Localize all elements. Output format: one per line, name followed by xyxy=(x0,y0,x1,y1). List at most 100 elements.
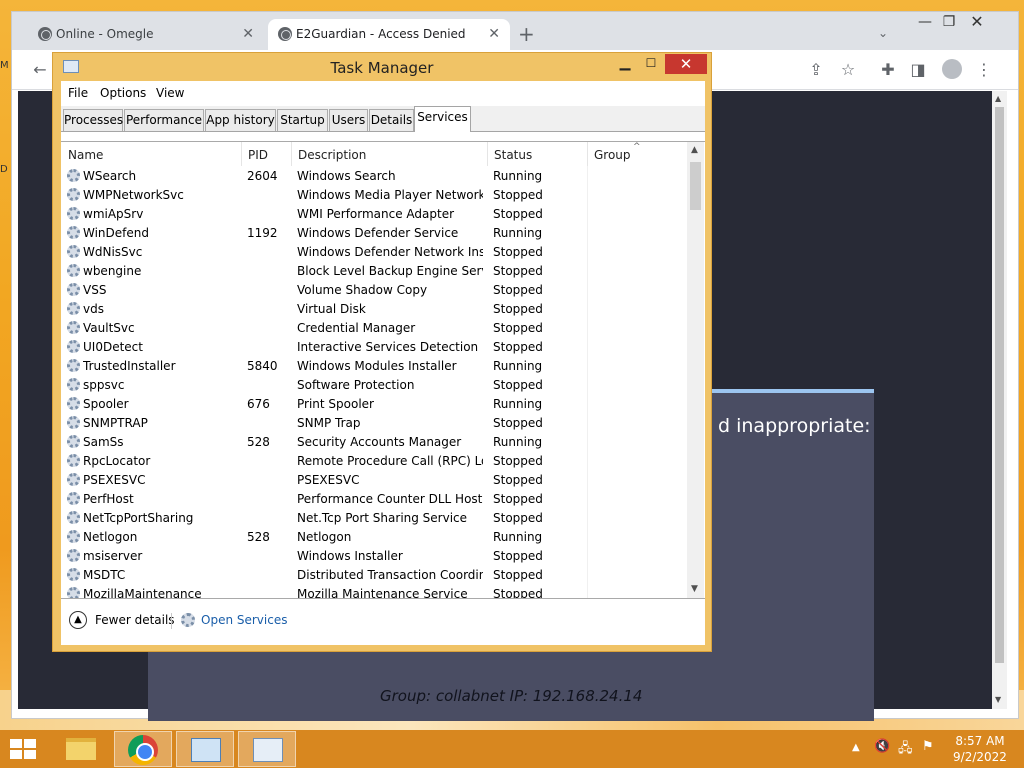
chevron-up-circle-icon[interactable]: ▲ xyxy=(69,611,87,629)
scrollbar-thumb[interactable] xyxy=(995,107,1004,663)
table-row[interactable]: TrustedInstaller 5840 Windows Modules Inst… xyxy=(61,356,687,375)
new-tab-button[interactable]: + xyxy=(518,24,535,44)
tab-search-chevron-icon[interactable]: ⌄ xyxy=(878,26,888,40)
share-icon[interactable]: ⇪ xyxy=(806,60,826,79)
table-row[interactable]: WdNisSvc Windows Defender Network Insp...… xyxy=(61,242,687,261)
maximize-button[interactable]: ❐ xyxy=(934,14,964,30)
table-row[interactable]: WMPNetworkSvc Windows Media Player Networ… xyxy=(61,185,687,204)
tab-bar: Processes Performance App history Startu… xyxy=(61,106,705,132)
tab-services[interactable]: Services xyxy=(414,106,471,132)
column-header-name[interactable]: Name xyxy=(68,148,103,162)
table-row[interactable]: SNMPTRAP SNMP Trap Stopped xyxy=(61,413,687,432)
service-description: Windows Defender Service xyxy=(297,226,459,240)
table-row[interactable]: WinDefend 1192 Windows Defender Service Run… xyxy=(61,223,687,242)
table-row[interactable]: Netlogon 528 Netlogon Running xyxy=(61,527,687,546)
service-description: PSEXESVC xyxy=(297,473,360,487)
volume-muted-icon[interactable]: 🔇 xyxy=(874,739,890,754)
column-divider[interactable] xyxy=(291,142,292,166)
tab-app-history[interactable]: App history xyxy=(205,109,276,131)
scroll-up-icon[interactable]: ▲ xyxy=(995,94,1001,103)
browser-tab-omegle[interactable]: Online - Omegle ✕ xyxy=(28,19,264,50)
close-window-button[interactable]: ✕ xyxy=(962,12,992,31)
profile-avatar-icon[interactable] xyxy=(942,59,962,79)
service-gear-icon xyxy=(67,245,80,258)
column-divider[interactable] xyxy=(241,142,242,166)
table-row[interactable]: Spooler 676 Print Spooler Running xyxy=(61,394,687,413)
table-row[interactable]: wbengine Block Level Backup Engine Servic… xyxy=(61,261,687,280)
scroll-down-icon[interactable]: ▼ xyxy=(995,695,1001,704)
tray-expand-chevron-icon[interactable]: ▲ xyxy=(852,742,860,753)
table-row[interactable]: VSS Volume Shadow Copy Stopped xyxy=(61,280,687,299)
close-icon[interactable]: ✕ xyxy=(488,19,500,50)
taskbar-control-panel[interactable] xyxy=(176,731,234,767)
task-manager-window: Task Manager ▁ ☐ ✕ File Options View Pro… xyxy=(52,52,712,652)
menu-options[interactable]: Options xyxy=(100,86,146,100)
scroll-up-icon[interactable]: ▲ xyxy=(691,145,698,155)
taskbar-task-manager[interactable] xyxy=(238,731,296,767)
clock-time: 8:57 AM xyxy=(955,734,1005,748)
service-name: RpcLocator xyxy=(83,454,151,468)
tab-performance[interactable]: Performance xyxy=(124,109,204,131)
close-button[interactable]: ✕ xyxy=(665,54,707,74)
fewer-details-button[interactable]: Fewer details xyxy=(95,613,175,627)
tab-users[interactable]: Users xyxy=(329,109,368,131)
close-icon[interactable]: ✕ xyxy=(242,19,254,50)
tab-details[interactable]: Details xyxy=(369,109,414,131)
column-header-description[interactable]: Description xyxy=(298,148,366,162)
service-status: Running xyxy=(493,397,543,411)
tab-processes[interactable]: Processes xyxy=(63,109,123,131)
table-row[interactable]: sppsvc Software Protection Stopped xyxy=(61,375,687,394)
back-arrow-icon[interactable]: ← xyxy=(30,60,50,79)
page-scrollbar[interactable]: ▲ ▼ xyxy=(992,91,1007,709)
service-rows: WSearch 2604 Windows Search Running WMPNetwo… xyxy=(61,166,687,599)
maximize-button[interactable]: ☐ xyxy=(639,56,663,74)
table-row[interactable]: UI0Detect Interactive Services Detection S… xyxy=(61,337,687,356)
scroll-down-icon[interactable]: ▼ xyxy=(691,584,698,594)
table-row[interactable]: SamSs 528 Security Accounts Manager Running xyxy=(61,432,687,451)
table-row[interactable]: NetTcpPortSharing Net.Tcp Port Sharing Se… xyxy=(61,508,687,527)
services-scrollbar[interactable]: ▲ ▼ xyxy=(687,142,704,598)
table-row[interactable]: RpcLocator Remote Procedure Call (RPC) Lo… xyxy=(61,451,687,470)
scrollbar-thumb[interactable] xyxy=(690,162,701,210)
minimize-button[interactable]: ▁ xyxy=(613,56,637,74)
column-divider[interactable] xyxy=(587,142,588,166)
table-row[interactable]: MozillaMaintenance Mozilla Maintenance Se… xyxy=(61,584,687,599)
table-row[interactable]: PSEXESVC PSEXESVC Stopped xyxy=(61,470,687,489)
windows-logo-icon xyxy=(24,750,36,759)
system-clock[interactable]: 8:57 AM 9/2/2022 xyxy=(950,733,1010,765)
column-header-group[interactable]: Group xyxy=(594,148,631,162)
menu-file[interactable]: File xyxy=(68,86,88,100)
table-row[interactable]: msiserver Windows Installer Stopped xyxy=(61,546,687,565)
start-button[interactable] xyxy=(10,739,38,761)
column-header-status[interactable]: Status xyxy=(494,148,532,162)
service-name: MozillaMaintenance xyxy=(83,587,202,599)
table-row[interactable]: vds Virtual Disk Stopped xyxy=(61,299,687,318)
table-row[interactable]: MSDTC Distributed Transaction Coordin... S… xyxy=(61,565,687,584)
bookmark-star-icon[interactable]: ☆ xyxy=(838,60,858,79)
open-services-link[interactable]: Open Services xyxy=(201,613,287,627)
table-row[interactable]: WSearch 2604 Windows Search Running xyxy=(61,166,687,185)
service-status: Stopped xyxy=(493,473,543,487)
task-manager-titlebar[interactable]: Task Manager ▁ ☐ ✕ xyxy=(53,53,711,81)
extensions-puzzle-icon[interactable]: ✚ xyxy=(878,60,898,79)
taskbar-file-explorer[interactable] xyxy=(52,731,110,767)
network-icon[interactable]: 🖧 xyxy=(898,739,913,761)
task-manager-footer: ▲ Fewer details Open Services xyxy=(61,601,705,645)
service-name: UI0Detect xyxy=(83,340,143,354)
column-divider[interactable] xyxy=(487,142,488,166)
service-status: Stopped xyxy=(493,264,543,278)
service-status: Running xyxy=(493,359,543,373)
menu-kebab-icon[interactable]: ⋮ xyxy=(974,60,994,79)
tab-startup[interactable]: Startup xyxy=(277,109,328,131)
table-row[interactable]: wmiApSrv WMI Performance Adapter Stopped xyxy=(61,204,687,223)
table-row[interactable]: VaultSvc Credential Manager Stopped xyxy=(61,318,687,337)
action-center-flag-icon[interactable]: ⚑ xyxy=(922,739,934,754)
browser-tab-e2guardian[interactable]: E2Guardian - Access Denied ✕ xyxy=(268,19,510,50)
side-panel-icon[interactable]: ◨ xyxy=(908,60,928,79)
menu-view[interactable]: View xyxy=(156,86,184,100)
service-gear-icon xyxy=(67,492,80,505)
service-description: Windows Installer xyxy=(297,549,403,563)
taskbar-chrome[interactable] xyxy=(114,731,172,767)
table-row[interactable]: PerfHost Performance Counter DLL Host Stop… xyxy=(61,489,687,508)
column-header-pid[interactable]: PID xyxy=(248,148,268,162)
